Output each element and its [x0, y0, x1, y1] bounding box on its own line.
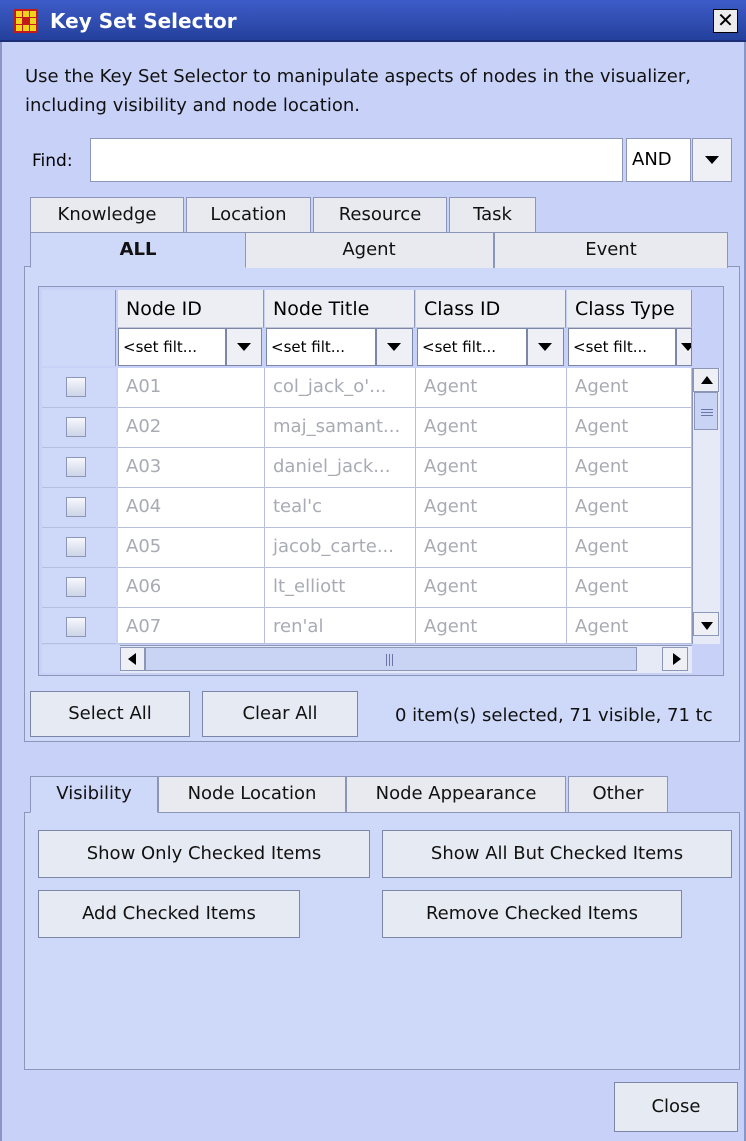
row-checkbox[interactable]: [66, 537, 86, 557]
filter-node-id[interactable]: <set filt...: [118, 328, 226, 366]
scroll-up-button[interactable]: [693, 368, 719, 392]
tab-event[interactable]: Event: [494, 232, 728, 268]
tab-node-location[interactable]: Node Location: [158, 776, 346, 812]
operator-dropdown-button[interactable]: [692, 138, 732, 182]
close-button[interactable]: Close: [614, 1082, 738, 1132]
cell-node-title[interactable]: jacob_carte...: [265, 528, 416, 568]
find-input[interactable]: [90, 138, 623, 182]
row-checkbox-cell: [42, 448, 116, 488]
arrow-up-icon: [701, 376, 713, 384]
cell-class-type[interactable]: Agent: [567, 368, 692, 408]
tab-other[interactable]: Other: [568, 776, 668, 812]
show-only-checked-button[interactable]: Show Only Checked Items: [38, 830, 370, 878]
column-header-node-id[interactable]: Node ID: [118, 290, 264, 328]
app-icon: [14, 9, 38, 33]
cell-class-type[interactable]: Agent: [567, 568, 692, 608]
row-checkbox[interactable]: [66, 497, 86, 517]
scroll-left-button[interactable]: [120, 647, 145, 671]
column-header-node-title[interactable]: Node Title: [265, 290, 415, 328]
select-column-header: [42, 290, 116, 366]
column-header-class-type[interactable]: Class Type: [567, 290, 692, 328]
operator-select[interactable]: AND: [626, 138, 691, 182]
cell-class-type[interactable]: Agent: [567, 448, 692, 488]
filter-class-id[interactable]: <set filt...: [417, 328, 527, 366]
scroll-right-button[interactable]: [662, 647, 688, 671]
row-checkbox-cell: [42, 608, 116, 644]
cell-class-id[interactable]: Agent: [416, 488, 567, 528]
row-checkbox-cell: [42, 568, 116, 608]
cell-class-id[interactable]: Agent: [416, 448, 567, 488]
chevron-down-icon: [681, 343, 691, 351]
horizontal-scroll-thumb[interactable]: [145, 647, 637, 671]
selection-status: 0 item(s) selected, 71 visible, 71 tc: [395, 705, 713, 726]
cell-class-type[interactable]: Agent: [567, 408, 692, 448]
filter-node-title[interactable]: <set filt...: [266, 328, 376, 366]
scrollbar-corner: [42, 645, 120, 673]
tab-location[interactable]: Location: [186, 197, 311, 233]
tab-knowledge[interactable]: Knowledge: [30, 197, 184, 233]
cell-node-id[interactable]: A06: [118, 568, 265, 608]
filter-node-id-dropdown[interactable]: [226, 328, 262, 366]
cell-node-id[interactable]: A04: [118, 488, 265, 528]
description-text: Use the Key Set Selector to manipulate a…: [25, 66, 691, 116]
cell-node-id[interactable]: A01: [118, 368, 265, 408]
row-checkbox[interactable]: [66, 417, 86, 437]
cell-class-id[interactable]: Agent: [416, 608, 567, 644]
cell-class-id[interactable]: Agent: [416, 368, 567, 408]
chevron-down-icon: [237, 343, 251, 351]
remove-checked-button[interactable]: Remove Checked Items: [382, 890, 682, 938]
tab-all[interactable]: ALL: [30, 232, 246, 268]
cell-node-id[interactable]: A02: [118, 408, 265, 448]
arrow-left-icon: [128, 653, 136, 665]
tab-visibility[interactable]: Visibility: [30, 776, 158, 813]
cell-class-type[interactable]: Agent: [567, 528, 692, 568]
filter-class-type-dropdown[interactable]: [676, 328, 692, 366]
row-checkbox[interactable]: [66, 377, 86, 397]
row-checkbox-cell: [42, 368, 116, 408]
chevron-down-icon: [705, 156, 719, 164]
cell-node-title[interactable]: maj_samant...: [265, 408, 416, 448]
filter-class-type[interactable]: <set filt...: [568, 328, 676, 366]
filter-node-title-dropdown[interactable]: [376, 328, 413, 366]
chevron-down-icon: [538, 343, 552, 351]
row-checkbox-cell: [42, 528, 116, 568]
cell-node-id[interactable]: A03: [118, 448, 265, 488]
cell-node-title[interactable]: col_jack_o'...: [265, 368, 416, 408]
close-icon[interactable]: ✕: [713, 9, 738, 33]
cell-node-title[interactable]: daniel_jack...: [265, 448, 416, 488]
vertical-scroll-thumb[interactable]: [694, 392, 718, 430]
tab-task[interactable]: Task: [449, 197, 536, 233]
cell-node-title[interactable]: teal'c: [265, 488, 416, 528]
cell-class-id[interactable]: Agent: [416, 408, 567, 448]
select-all-button[interactable]: Select All: [30, 691, 190, 737]
cell-node-title[interactable]: lt_elliott: [265, 568, 416, 608]
cell-class-id[interactable]: Agent: [416, 528, 567, 568]
add-checked-button[interactable]: Add Checked Items: [38, 890, 300, 938]
cell-node-title[interactable]: ren'al: [265, 608, 416, 644]
row-checkbox[interactable]: [66, 617, 86, 637]
window-title: Key Set Selector: [50, 9, 237, 33]
cell-class-type[interactable]: Agent: [567, 488, 692, 528]
tab-agent[interactable]: Agent: [244, 232, 494, 268]
scroll-down-button[interactable]: [693, 612, 719, 636]
filter-class-id-dropdown[interactable]: [527, 328, 564, 366]
arrow-right-icon: [673, 653, 681, 665]
show-all-but-checked-button[interactable]: Show All But Checked Items: [382, 830, 732, 878]
row-checkbox-cell: [42, 408, 116, 448]
chevron-down-icon: [387, 343, 401, 351]
cell-node-id[interactable]: A05: [118, 528, 265, 568]
tab-node-appearance[interactable]: Node Appearance: [346, 776, 566, 812]
arrow-down-icon: [701, 622, 713, 630]
cell-class-type[interactable]: Agent: [567, 608, 692, 644]
cell-class-id[interactable]: Agent: [416, 568, 567, 608]
row-checkbox-cell: [42, 488, 116, 528]
column-header-class-id[interactable]: Class ID: [416, 290, 566, 328]
tab-resource[interactable]: Resource: [313, 197, 447, 233]
row-checkbox[interactable]: [66, 457, 86, 477]
row-checkbox[interactable]: [66, 577, 86, 597]
cell-node-id[interactable]: A07: [118, 608, 265, 644]
find-label: Find:: [32, 151, 73, 171]
clear-all-button[interactable]: Clear All: [202, 691, 358, 737]
